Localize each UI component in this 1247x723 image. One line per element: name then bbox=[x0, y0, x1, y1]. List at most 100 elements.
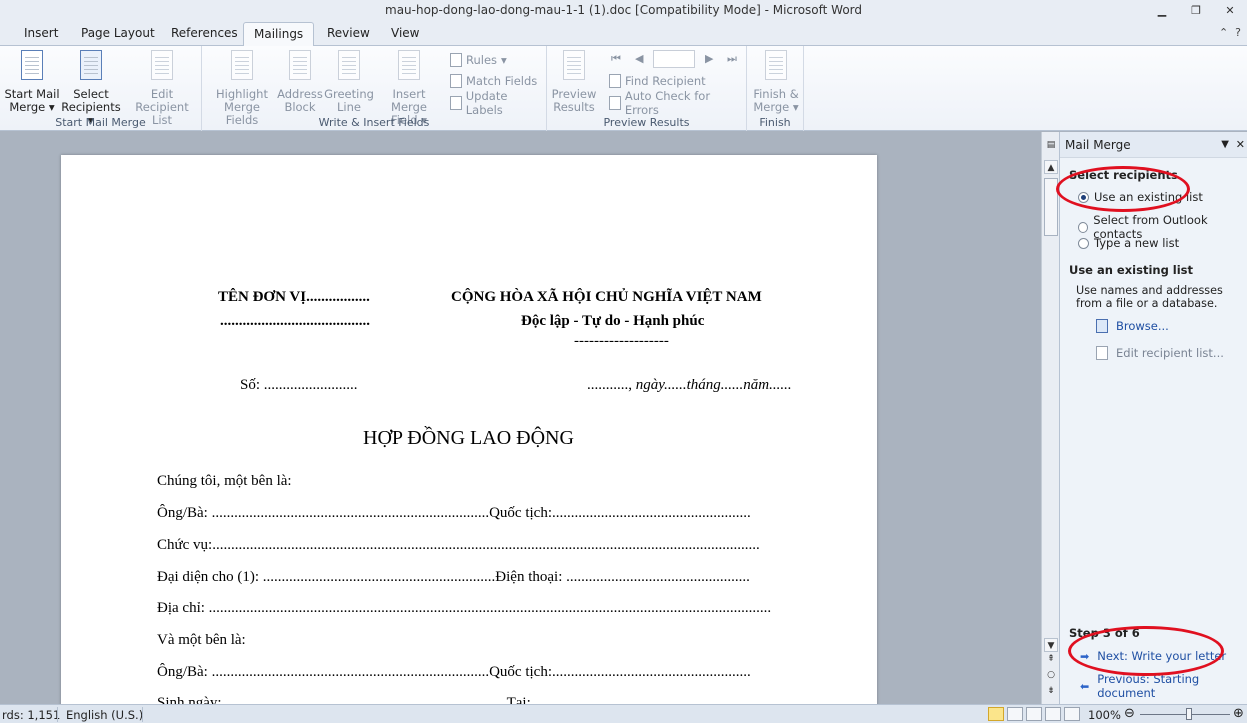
zoom-slider-thumb[interactable] bbox=[1186, 708, 1192, 720]
edit-recipient-list-link[interactable]: Edit recipient list... bbox=[1096, 346, 1224, 360]
scroll-thumb[interactable] bbox=[1044, 178, 1058, 236]
radio-icon bbox=[1078, 221, 1089, 233]
edit-list-icon bbox=[147, 50, 177, 84]
ruler-toggle-icon[interactable]: ▤ bbox=[1044, 140, 1058, 152]
document-page[interactable]: TÊN ĐƠN VỊ................. ............… bbox=[61, 155, 877, 704]
doc-line: Chức vụ:................................… bbox=[157, 537, 760, 553]
next-record-icon[interactable]: ▶ bbox=[705, 52, 713, 65]
minimize-icon[interactable]: ▁ bbox=[1145, 0, 1179, 20]
window-title: mau-hop-dong-lao-dong-mau-1-1 (1).doc [C… bbox=[385, 3, 862, 17]
previous-step-link[interactable]: ⬅ Previous: Starting document bbox=[1080, 672, 1247, 700]
browse-link[interactable]: Browse... bbox=[1096, 319, 1169, 333]
group-label: Finish bbox=[759, 116, 791, 129]
restore-icon[interactable]: ❐ bbox=[1179, 0, 1213, 20]
next-page-icon[interactable]: ⇟ bbox=[1044, 686, 1058, 698]
find-recipient-button[interactable]: Find Recipient bbox=[609, 72, 706, 90]
group-preview-results: Preview Results ⏮ ◀ ▶ ⏭ Find Recipient A… bbox=[547, 46, 747, 131]
browse-object-icon[interactable]: ○ bbox=[1044, 670, 1058, 682]
finish-merge-icon bbox=[761, 50, 791, 84]
rules-icon bbox=[450, 53, 462, 67]
group-label: Preview Results bbox=[603, 116, 690, 129]
arrow-left-icon: ⬅ bbox=[1080, 679, 1090, 693]
greeting-line-button[interactable]: Greeting Line bbox=[324, 50, 374, 114]
doc-line: Ông/Bà: ................................… bbox=[157, 505, 751, 521]
ribbon: Start Mail Merge ▾ Select Recipients ▾ E… bbox=[0, 46, 1247, 131]
doc-line: Và một bên là: bbox=[157, 632, 246, 648]
web-layout-icon[interactable] bbox=[1026, 707, 1042, 721]
vertical-scrollbar[interactable]: ▤ ▲ ▼ ⇞ ○ ⇟ bbox=[1041, 132, 1059, 704]
auto-check-errors-button[interactable]: Auto Check for Errors bbox=[609, 89, 746, 117]
previous-page-icon[interactable]: ⇞ bbox=[1044, 654, 1058, 666]
match-fields-button[interactable]: Match Fields bbox=[450, 72, 537, 90]
arrow-right-icon: ➡ bbox=[1080, 649, 1090, 663]
table-icon bbox=[1096, 319, 1108, 333]
group-write-insert-fields: Highlight Merge Fields Address Block Gre… bbox=[202, 46, 547, 131]
pane-options-icon[interactable]: ▼ bbox=[1221, 139, 1229, 150]
zoom-in-icon[interactable]: ⊕ bbox=[1233, 706, 1244, 721]
insert-field-icon bbox=[394, 50, 424, 84]
preview-results-button[interactable]: Preview Results bbox=[551, 50, 597, 114]
doc-line: Đại diện cho (1): ......................… bbox=[157, 569, 750, 585]
recipients-icon bbox=[76, 50, 106, 84]
full-screen-reading-icon[interactable] bbox=[1007, 707, 1023, 721]
draft-icon[interactable] bbox=[1064, 707, 1080, 721]
status-divider bbox=[142, 707, 143, 722]
last-record-icon[interactable]: ⏭ bbox=[727, 52, 737, 66]
print-layout-icon[interactable] bbox=[988, 707, 1004, 721]
update-labels-button[interactable]: Update Labels bbox=[450, 89, 546, 117]
group-label: Write & Insert Fields bbox=[318, 116, 430, 129]
language-indicator[interactable]: English (U.S.) bbox=[66, 708, 143, 722]
group-label: Start Mail Merge bbox=[55, 116, 146, 129]
tab-view[interactable]: View bbox=[387, 26, 423, 40]
first-record-icon[interactable]: ⏮ bbox=[611, 52, 621, 66]
word-count[interactable]: rds: 1,151 bbox=[2, 708, 60, 722]
window-controls: ▁ ❐ ✕ bbox=[1145, 0, 1247, 22]
zoom-level[interactable]: 100% bbox=[1088, 708, 1121, 722]
doc-title: HỢP ĐỒNG LAO ĐỘNG bbox=[363, 427, 574, 449]
previous-record-icon[interactable]: ◀ bbox=[635, 52, 643, 65]
mail-merge-icon bbox=[17, 50, 47, 84]
address-block-icon bbox=[285, 50, 315, 84]
record-number-input[interactable] bbox=[653, 50, 695, 68]
address-block-button[interactable]: Address Block bbox=[276, 50, 324, 114]
document-workspace: TÊN ĐƠN VỊ................. ............… bbox=[0, 132, 1041, 704]
option-existing-list[interactable]: Use an existing list bbox=[1078, 190, 1203, 204]
highlight-icon bbox=[227, 50, 257, 84]
status-bar: rds: 1,151 English (U.S.) 100% ⊖ ⊕ bbox=[0, 704, 1247, 723]
org-name-dots: ........................................ bbox=[220, 313, 370, 329]
radio-icon bbox=[1078, 191, 1089, 203]
close-icon[interactable]: ✕ bbox=[1213, 0, 1247, 20]
check-errors-icon bbox=[609, 96, 621, 110]
pane-description: Use names and addresses from a file or a… bbox=[1076, 284, 1223, 310]
rules-button[interactable]: Rules ▾ bbox=[450, 51, 507, 69]
zoom-slider-track[interactable] bbox=[1140, 714, 1230, 715]
finish-merge-button[interactable]: Finish & Merge ▾ bbox=[751, 50, 801, 114]
scroll-up-icon[interactable]: ▲ bbox=[1044, 160, 1058, 174]
outline-icon[interactable] bbox=[1045, 707, 1061, 721]
tab-review[interactable]: Review bbox=[323, 26, 374, 40]
find-icon bbox=[609, 74, 621, 88]
next-step-link[interactable]: ➡ Next: Write your letter bbox=[1080, 649, 1226, 663]
use-existing-heading: Use an existing list bbox=[1069, 263, 1194, 277]
greeting-line-icon bbox=[334, 50, 364, 84]
update-labels-icon bbox=[450, 96, 462, 110]
group-start-mail-merge: Start Mail Merge ▾ Select Recipients ▾ E… bbox=[0, 46, 202, 131]
scroll-down-icon[interactable]: ▼ bbox=[1044, 638, 1058, 652]
pane-close-icon[interactable]: ✕ bbox=[1236, 138, 1245, 151]
tab-insert[interactable]: Insert bbox=[20, 26, 62, 40]
tab-mailings[interactable]: Mailings bbox=[243, 22, 315, 47]
ribbon-toggle-icon[interactable]: ⌃ ? bbox=[1219, 26, 1241, 39]
doc-line: Ông/Bà: ................................… bbox=[157, 664, 751, 680]
start-mail-merge-button[interactable]: Start Mail Merge ▾ bbox=[4, 50, 60, 114]
tab-page-layout[interactable]: Page Layout bbox=[77, 26, 159, 40]
radio-icon bbox=[1078, 237, 1089, 249]
zoom-out-icon[interactable]: ⊖ bbox=[1124, 706, 1135, 721]
tab-references[interactable]: References bbox=[167, 26, 242, 40]
ribbon-tabs: Insert Page Layout References Mailings R… bbox=[0, 22, 1247, 47]
doc-date: ..........., ngày......tháng......năm...… bbox=[587, 377, 792, 393]
doc-line: Sinh ngày: .............................… bbox=[157, 695, 756, 704]
option-new-list[interactable]: Type a new list bbox=[1078, 236, 1179, 250]
title-bar: mau-hop-dong-lao-dong-mau-1-1 (1).doc [C… bbox=[0, 0, 1247, 22]
national-title: CỘNG HÒA XÃ HỘI CHỦ NGHĨA VIỆT NAM bbox=[451, 289, 762, 305]
preview-icon bbox=[559, 50, 589, 84]
